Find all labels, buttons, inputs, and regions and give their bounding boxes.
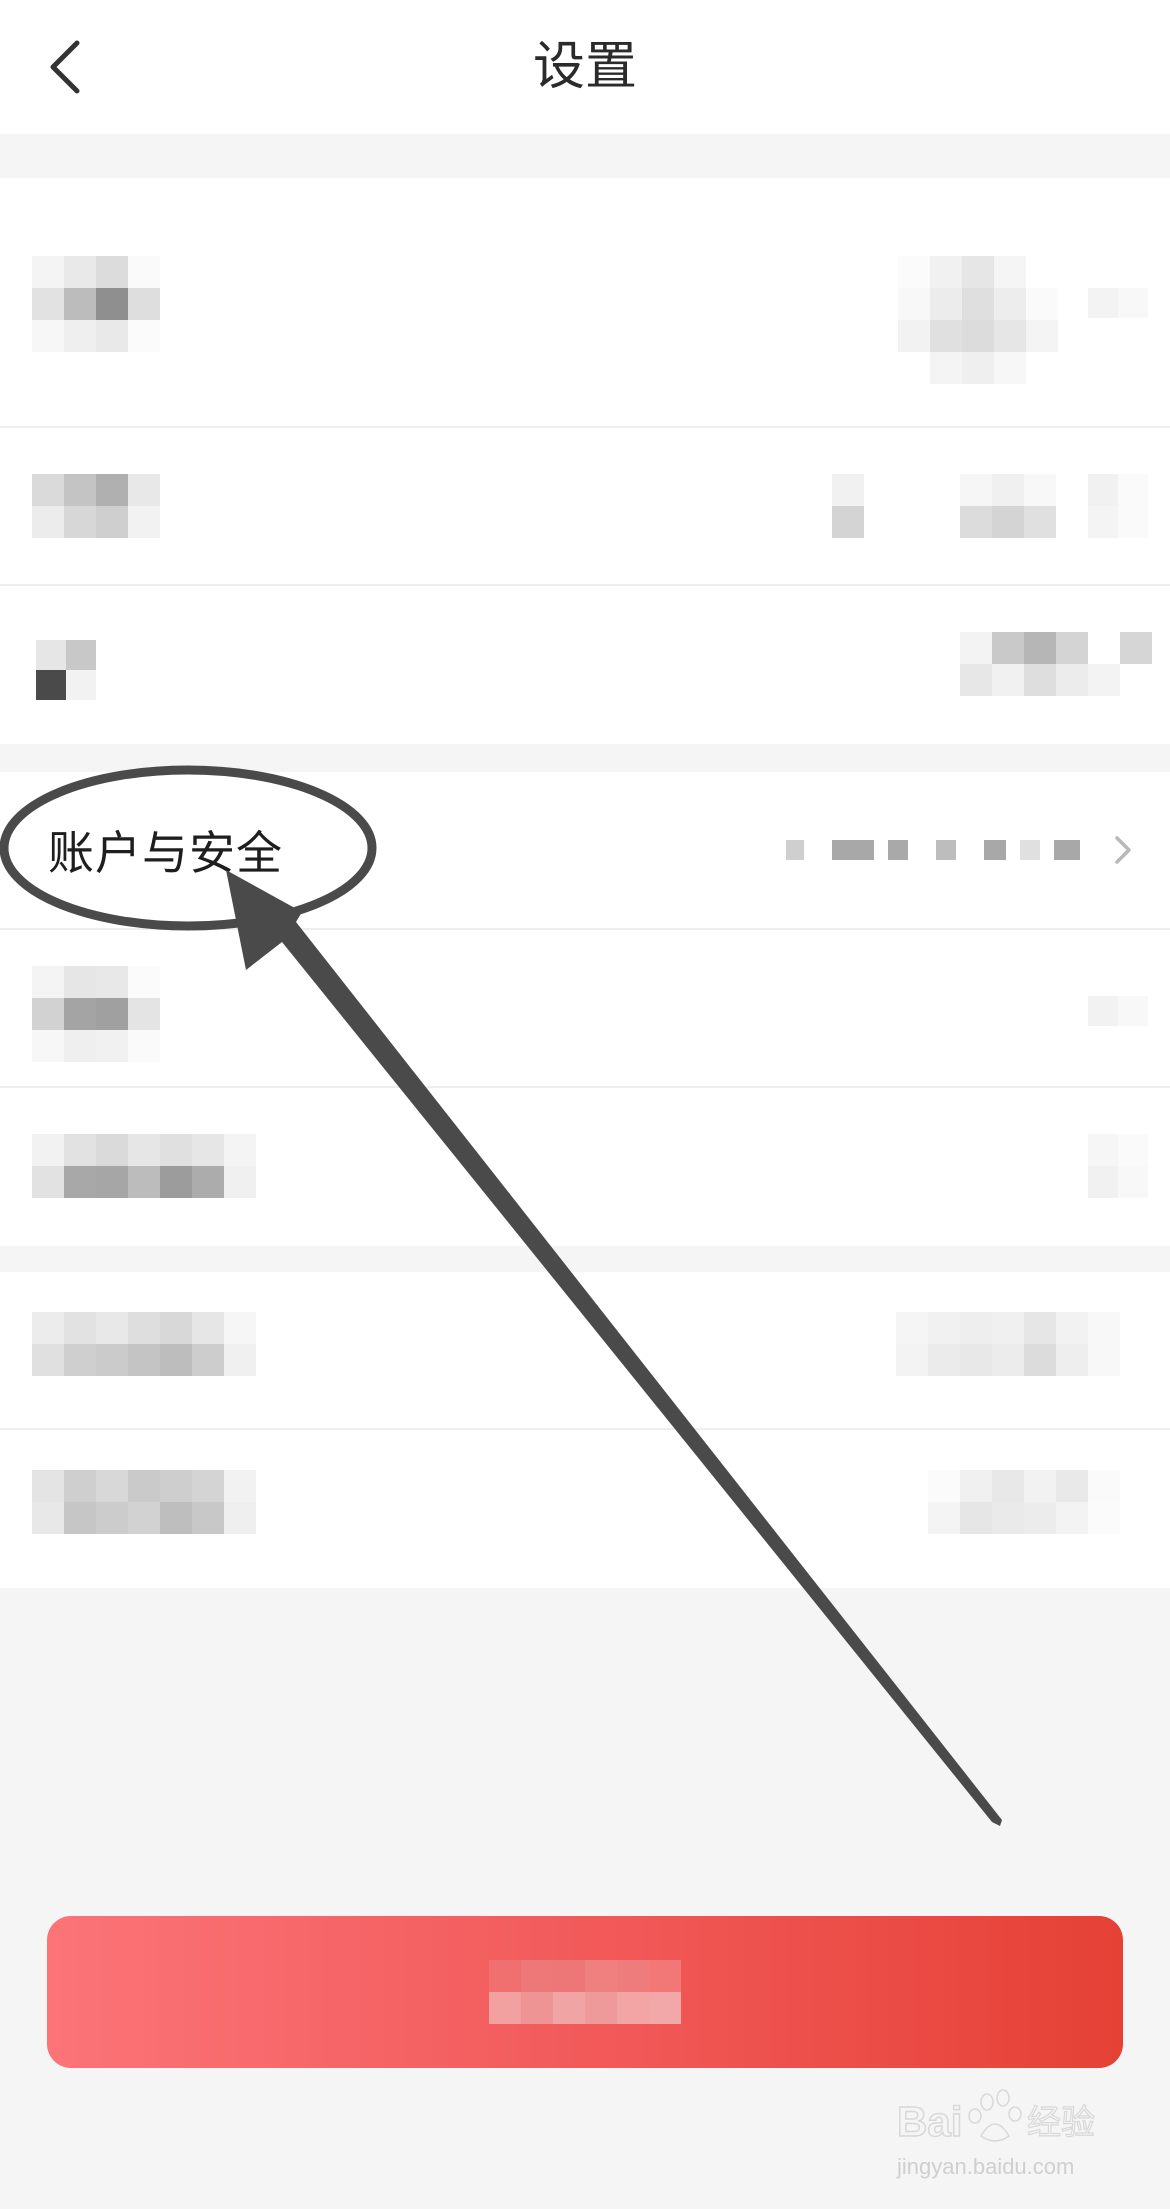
blurred-value-2 (960, 474, 1056, 538)
blurred-value (898, 256, 1058, 384)
top-bar: 设置 (0, 0, 1170, 134)
blurred-chevron (1120, 632, 1152, 696)
settings-row-8[interactable] (0, 1430, 1170, 1588)
settings-row-account-security[interactable]: 账户与安全 (0, 772, 1170, 930)
blurred-value (786, 840, 1080, 860)
account-security-label: 账户与安全 (48, 826, 283, 880)
settings-row-6[interactable] (0, 1088, 1170, 1246)
watermark-brand-suffix: 经验 (1027, 2103, 1095, 2143)
blurred-value (960, 632, 1120, 696)
watermark: Bai 经验 jingyan.baidu.com (896, 2089, 1096, 2179)
settings-row-2[interactable] (0, 428, 1170, 586)
blurred-label (32, 1470, 256, 1534)
blurred-label (36, 640, 96, 700)
blurred-label (32, 1134, 256, 1198)
watermark-site: jingyan.baidu.com (896, 2154, 1074, 2179)
blurred-button-label (489, 1960, 681, 2024)
blurred-label (32, 256, 160, 352)
settings-row-1[interactable] (0, 178, 1170, 428)
logout-button[interactable] (47, 1916, 1123, 2068)
paw-icon (968, 2089, 1022, 2142)
settings-group-1 (0, 178, 1170, 744)
back-button[interactable] (30, 30, 100, 104)
blurred-chevron (1088, 1134, 1148, 1198)
blurred-chevron (1088, 474, 1148, 538)
settings-row-3[interactable] (0, 586, 1170, 744)
settings-row-5[interactable] (0, 930, 1170, 1088)
blurred-value (832, 474, 896, 538)
settings-group-3 (0, 1272, 1170, 1588)
blurred-value (896, 1312, 1120, 1376)
chevron-right-icon (1115, 836, 1131, 864)
blurred-value (928, 1470, 1120, 1534)
blurred-chevron (1088, 996, 1148, 1026)
blurred-chevron (1088, 288, 1148, 318)
watermark-brand: Bai (897, 2098, 962, 2145)
blurred-label (32, 474, 160, 538)
settings-row-7[interactable] (0, 1272, 1170, 1430)
settings-group-2: 账户与安全 (0, 772, 1170, 1246)
blurred-label (32, 1312, 256, 1376)
blurred-label (32, 966, 160, 1062)
chevron-left-icon (50, 40, 80, 94)
page-title: 设置 (532, 37, 637, 97)
